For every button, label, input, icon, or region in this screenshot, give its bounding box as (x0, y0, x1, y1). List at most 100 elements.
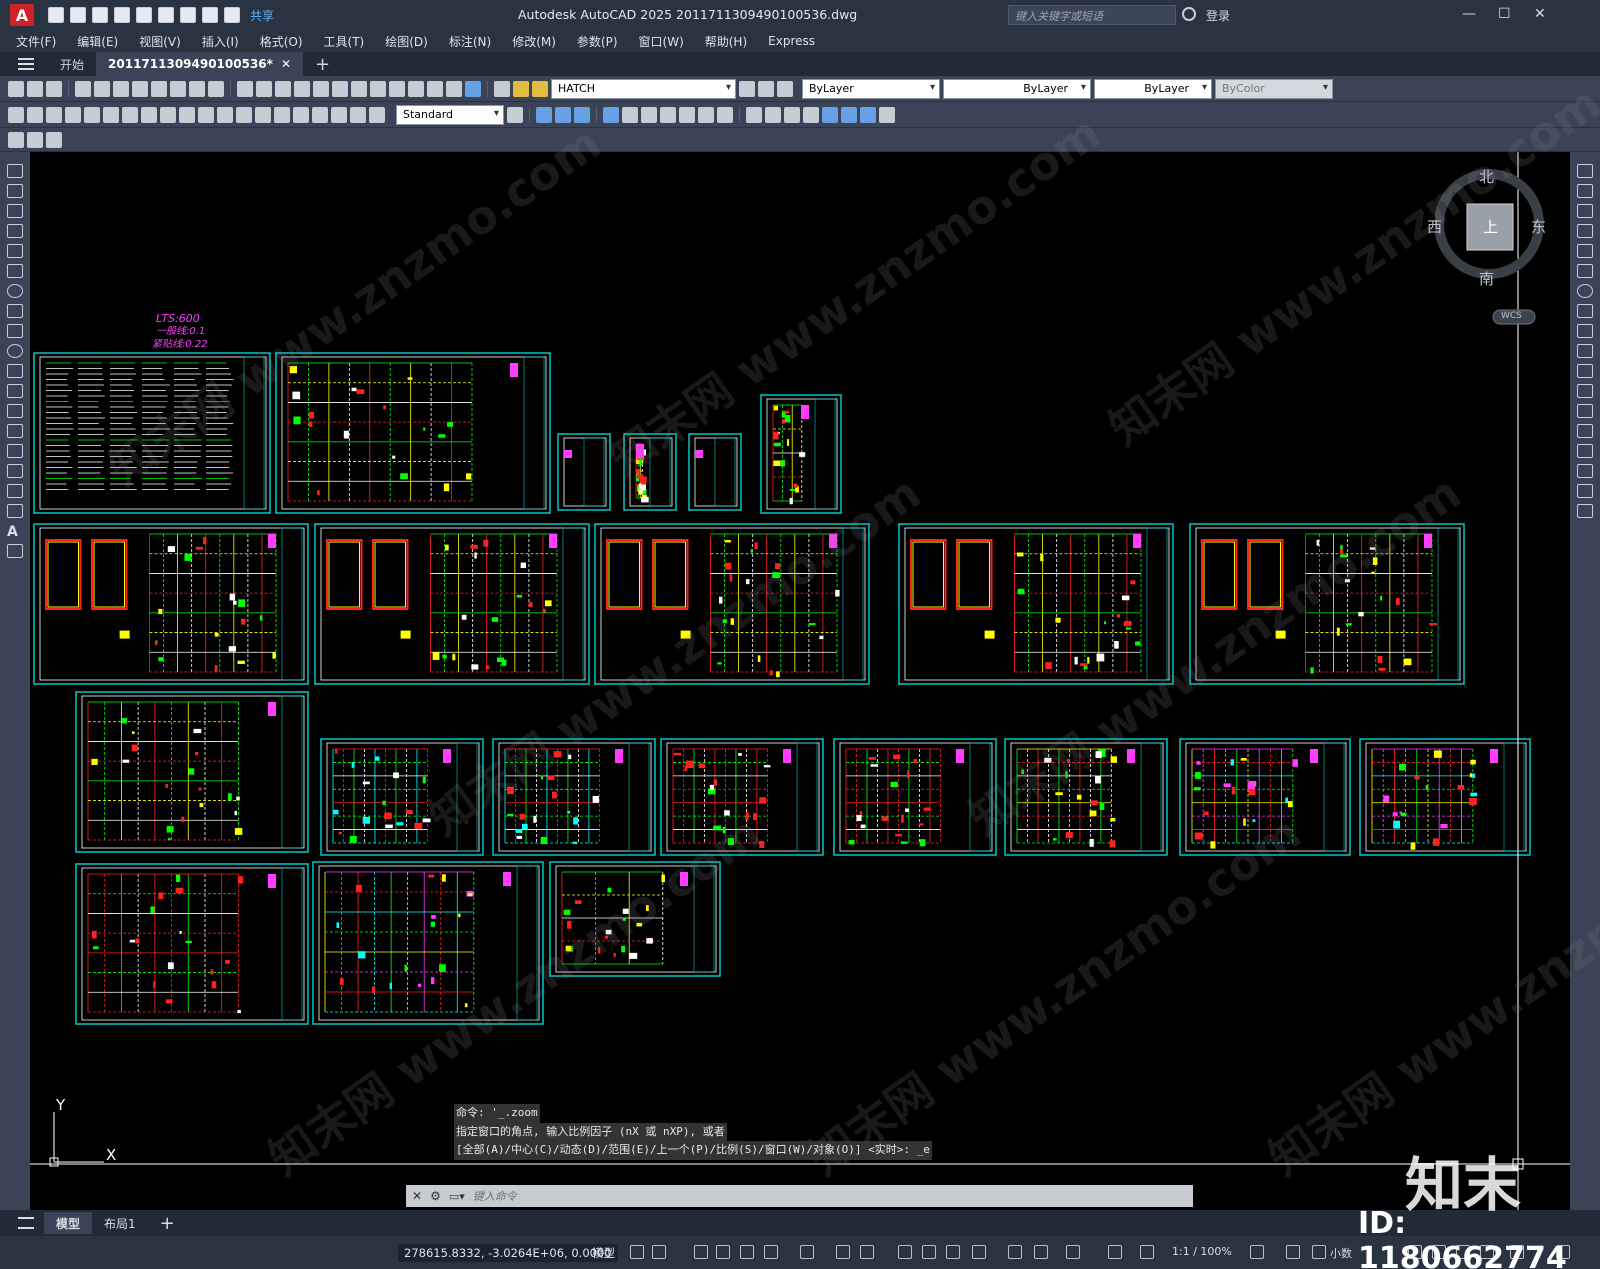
quick-dim-icon[interactable] (160, 106, 176, 123)
jogged-linear-icon[interactable] (312, 106, 328, 123)
make-current-layer-icon[interactable] (739, 80, 755, 97)
dimstyle-dropdown[interactable]: Standard (396, 104, 504, 125)
layer-state-icon[interactable] (777, 80, 793, 97)
extrude-icon[interactable] (603, 106, 619, 123)
recent-commands-icon[interactable]: ▭▾ (449, 1190, 465, 1203)
revolve-icon[interactable] (660, 106, 676, 123)
intersect-icon[interactable] (746, 106, 762, 123)
gradient-icon[interactable] (7, 464, 23, 478)
edit-attribute-icon[interactable] (8, 131, 24, 148)
viewcube-west[interactable]: 西 (1427, 216, 1442, 237)
rectangle-icon[interactable] (7, 244, 23, 258)
fillet-icon[interactable] (1577, 464, 1593, 478)
pan-icon[interactable] (275, 80, 291, 97)
jogged-dim-icon[interactable] (103, 106, 119, 123)
publish-icon[interactable] (113, 80, 129, 97)
save-web-icon[interactable] (158, 7, 174, 23)
undo-icon[interactable] (237, 80, 253, 97)
menu-help[interactable]: 帮助(H) (705, 33, 747, 50)
lineweight-dropdown[interactable]: ByLayer (1094, 78, 1212, 99)
plot-icon[interactable] (180, 7, 196, 23)
make-block-icon[interactable] (7, 404, 23, 418)
add-selected-icon[interactable] (7, 544, 23, 558)
cut-icon[interactable] (132, 80, 148, 97)
presspull-icon[interactable] (622, 106, 638, 123)
mirror-icon[interactable] (1577, 204, 1593, 218)
object-snap-tracking-icon[interactable] (836, 1245, 850, 1259)
center-mark-icon[interactable] (274, 106, 290, 123)
linear-dim-icon[interactable] (8, 106, 24, 123)
infer-constraints-icon[interactable] (694, 1245, 708, 1259)
add-layout-icon[interactable]: + (148, 1212, 187, 1234)
maximize-icon[interactable]: ☐ (1498, 6, 1511, 22)
menu-window[interactable]: 窗口(W) (639, 33, 684, 50)
attribute-sync-icon[interactable] (46, 131, 62, 148)
undo-icon[interactable] (202, 7, 218, 23)
ordinate-dim-icon[interactable] (65, 106, 81, 123)
angular-dim-icon[interactable] (141, 106, 157, 123)
spline-icon[interactable] (7, 324, 23, 338)
transparency-icon[interactable] (922, 1245, 936, 1259)
save-icon[interactable] (46, 80, 62, 97)
offset-icon[interactable] (1577, 224, 1593, 238)
open-web-icon[interactable] (136, 7, 152, 23)
annotation-monitor-icon[interactable] (1286, 1245, 1300, 1259)
continue-dim-icon[interactable] (198, 106, 214, 123)
trim-icon[interactable] (1577, 344, 1593, 358)
close-command-icon[interactable]: ✕ (412, 1189, 422, 1203)
menu-draw[interactable]: 绘图(D) (385, 33, 428, 50)
command-input[interactable]: 键入命令 (473, 1188, 517, 1204)
help-icon[interactable] (465, 80, 481, 97)
customize-command-icon[interactable]: ⚙ (430, 1189, 441, 1203)
tolerance-icon[interactable] (255, 106, 271, 123)
copy-icon[interactable] (151, 80, 167, 97)
rotate-icon[interactable] (1577, 284, 1593, 298)
menu-tools[interactable]: 工具(T) (324, 33, 365, 50)
polyline-icon[interactable] (7, 204, 23, 218)
save-as-icon[interactable] (114, 7, 130, 23)
dim-text-edit-icon[interactable] (350, 106, 366, 123)
wcs-menu[interactable]: WCS (1501, 311, 1522, 321)
3d-object-snap-icon[interactable] (972, 1245, 986, 1259)
insert-block-icon[interactable] (7, 384, 23, 398)
share-button[interactable]: 共享 (250, 7, 274, 24)
baseline-dim-icon[interactable] (179, 106, 195, 123)
dim-break-icon[interactable] (236, 106, 252, 123)
ellipse-arc-icon[interactable] (7, 364, 23, 378)
selection-cycling-icon[interactable] (946, 1245, 960, 1259)
diameter-dim-icon[interactable] (122, 106, 138, 123)
model-space-toggle[interactable]: 模型 (592, 1245, 615, 1261)
subtract-icon[interactable] (717, 106, 733, 123)
redo-icon[interactable] (256, 80, 272, 97)
extend-icon[interactable] (1577, 364, 1593, 378)
calculator-icon[interactable] (446, 80, 462, 97)
gizmo-icon[interactable] (1066, 1245, 1080, 1259)
drawing-canvas[interactable]: LTS:600 一般线:0.1 紧贴线:0.22 Y X 北 南 东 西 上 W… (30, 152, 1570, 1210)
open-file-icon[interactable] (70, 7, 86, 23)
file-tabs-menu-icon[interactable] (18, 58, 34, 70)
units-readout[interactable]: 小数 (1330, 1245, 1352, 1261)
3d-rotate-icon[interactable] (879, 106, 895, 123)
new-icon[interactable] (8, 80, 24, 97)
grid-icon[interactable] (630, 1245, 644, 1259)
save-icon[interactable] (92, 7, 108, 23)
erase-icon[interactable] (1577, 164, 1593, 178)
interfere-icon[interactable] (803, 106, 819, 123)
slice-icon[interactable] (765, 106, 781, 123)
layer-on-icon[interactable] (513, 80, 529, 97)
thicken-icon[interactable] (784, 106, 800, 123)
point-icon[interactable] (7, 424, 23, 438)
paste-icon[interactable] (170, 80, 186, 97)
linetype-dropdown[interactable]: ByLayer (943, 78, 1091, 99)
tool-palettes-icon[interactable] (389, 80, 405, 97)
revision-cloud-icon[interactable] (7, 304, 23, 318)
solid-cone-icon[interactable] (574, 106, 590, 123)
layout-menu-icon[interactable] (18, 1217, 34, 1229)
menu-edit[interactable]: 编辑(E) (77, 33, 118, 50)
viewcube-east[interactable]: 东 (1531, 216, 1546, 237)
dim-space-icon[interactable] (217, 106, 233, 123)
menu-file[interactable]: 文件(F) (16, 33, 56, 50)
search-icon[interactable] (1182, 7, 1196, 21)
search-input[interactable]: 键入关键字或短语 (1008, 5, 1176, 25)
snap-icon[interactable] (652, 1245, 666, 1259)
